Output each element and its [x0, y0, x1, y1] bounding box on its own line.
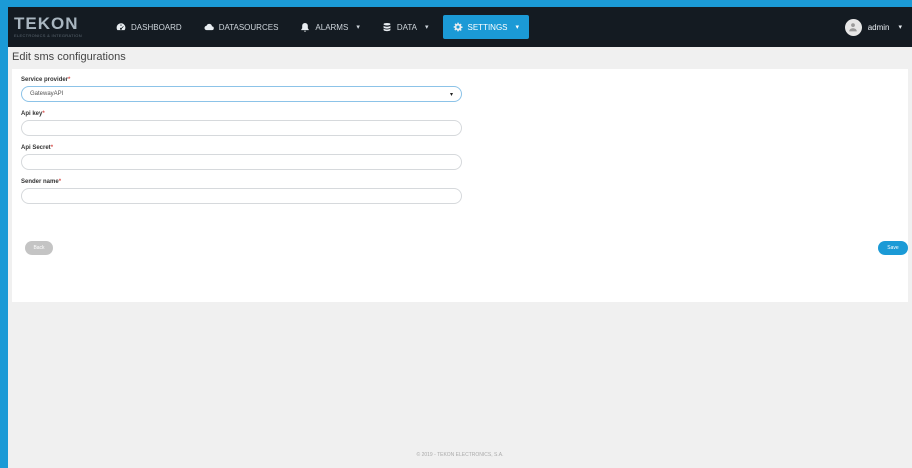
nav-item-alarms[interactable]: ALARMS ▾	[292, 15, 367, 39]
required-marker: *	[42, 111, 45, 117]
nav-label: DASHBOARD	[131, 22, 182, 32]
label-text: Service provider	[21, 77, 69, 83]
page-header: Edit sms configurations	[8, 47, 912, 67]
app-frame: TEKON ELECTRONICS & INTEGRATION DASHBOAR…	[8, 7, 912, 468]
nav-label: DATASOURCES	[218, 22, 279, 32]
field-label: Service provider*	[21, 77, 899, 83]
nav-item-dashboard[interactable]: DASHBOARD	[108, 15, 190, 39]
avatar	[844, 18, 862, 36]
chevron-down-icon: ▾	[898, 24, 902, 31]
chevron-down-icon: ▾	[424, 24, 429, 31]
sender-name-input[interactable]	[21, 188, 462, 204]
nav-item-data[interactable]: DATA ▾	[374, 15, 437, 39]
nav-label: SETTINGS	[467, 22, 508, 32]
logo-subtitle: ELECTRONICS & INTEGRATION	[14, 33, 82, 38]
field-service-provider: Service provider* GatewayAPI ▾	[21, 77, 899, 102]
gauge-icon	[116, 23, 126, 31]
field-api-key: Api key*	[21, 111, 899, 136]
brand-logo[interactable]: TEKON ELECTRONICS & INTEGRATION	[14, 14, 92, 38]
api-secret-input[interactable]	[21, 154, 462, 170]
nav-item-settings[interactable]: SETTINGS ▾	[442, 15, 530, 39]
select-value: GatewayAPI	[30, 91, 64, 97]
back-button[interactable]: Back	[25, 241, 53, 255]
logo-text: TEKON	[14, 14, 79, 33]
chevron-down-icon: ▾	[356, 24, 360, 31]
field-api-secret: Api Secret*	[21, 145, 899, 170]
save-button[interactable]: Save	[878, 241, 908, 255]
field-sender-name: Sender name*	[21, 179, 899, 204]
sms-config-form: Service provider* GatewayAPI ▾ Api key* …	[12, 69, 908, 302]
label-text: Sender name	[21, 179, 59, 185]
chevron-down-icon: ▾	[515, 24, 520, 31]
user-menu[interactable]: admin ▾	[844, 18, 902, 36]
label-text: Api Secret	[21, 145, 51, 151]
field-label: Api Secret*	[21, 145, 899, 151]
nav-label: DATA	[396, 22, 417, 32]
field-label: Api key*	[21, 111, 899, 117]
user-icon	[849, 23, 857, 32]
chevron-down-icon: ▾	[449, 91, 453, 98]
page-title: Edit sms configurations	[12, 51, 126, 63]
gear-icon	[453, 22, 463, 32]
database-icon	[383, 22, 391, 32]
footer-copyright: © 2019 - TEKON ELECTRONICS, S.A.	[416, 452, 504, 458]
api-key-input[interactable]	[21, 120, 462, 136]
service-provider-select[interactable]: GatewayAPI ▾	[21, 86, 462, 102]
top-navbar: TEKON ELECTRONICS & INTEGRATION DASHBOAR…	[8, 7, 912, 47]
required-marker: *	[58, 179, 62, 185]
field-label: Sender name*	[21, 179, 899, 185]
required-marker: *	[50, 145, 54, 151]
bell-icon	[301, 22, 310, 32]
nav-label: ALARMS	[315, 22, 349, 32]
cloud-icon	[204, 23, 214, 31]
required-marker: *	[68, 77, 71, 83]
user-name: admin	[867, 22, 890, 32]
nav-item-datasources[interactable]: DATASOURCES	[196, 15, 287, 39]
label-text: Api key	[21, 111, 43, 117]
